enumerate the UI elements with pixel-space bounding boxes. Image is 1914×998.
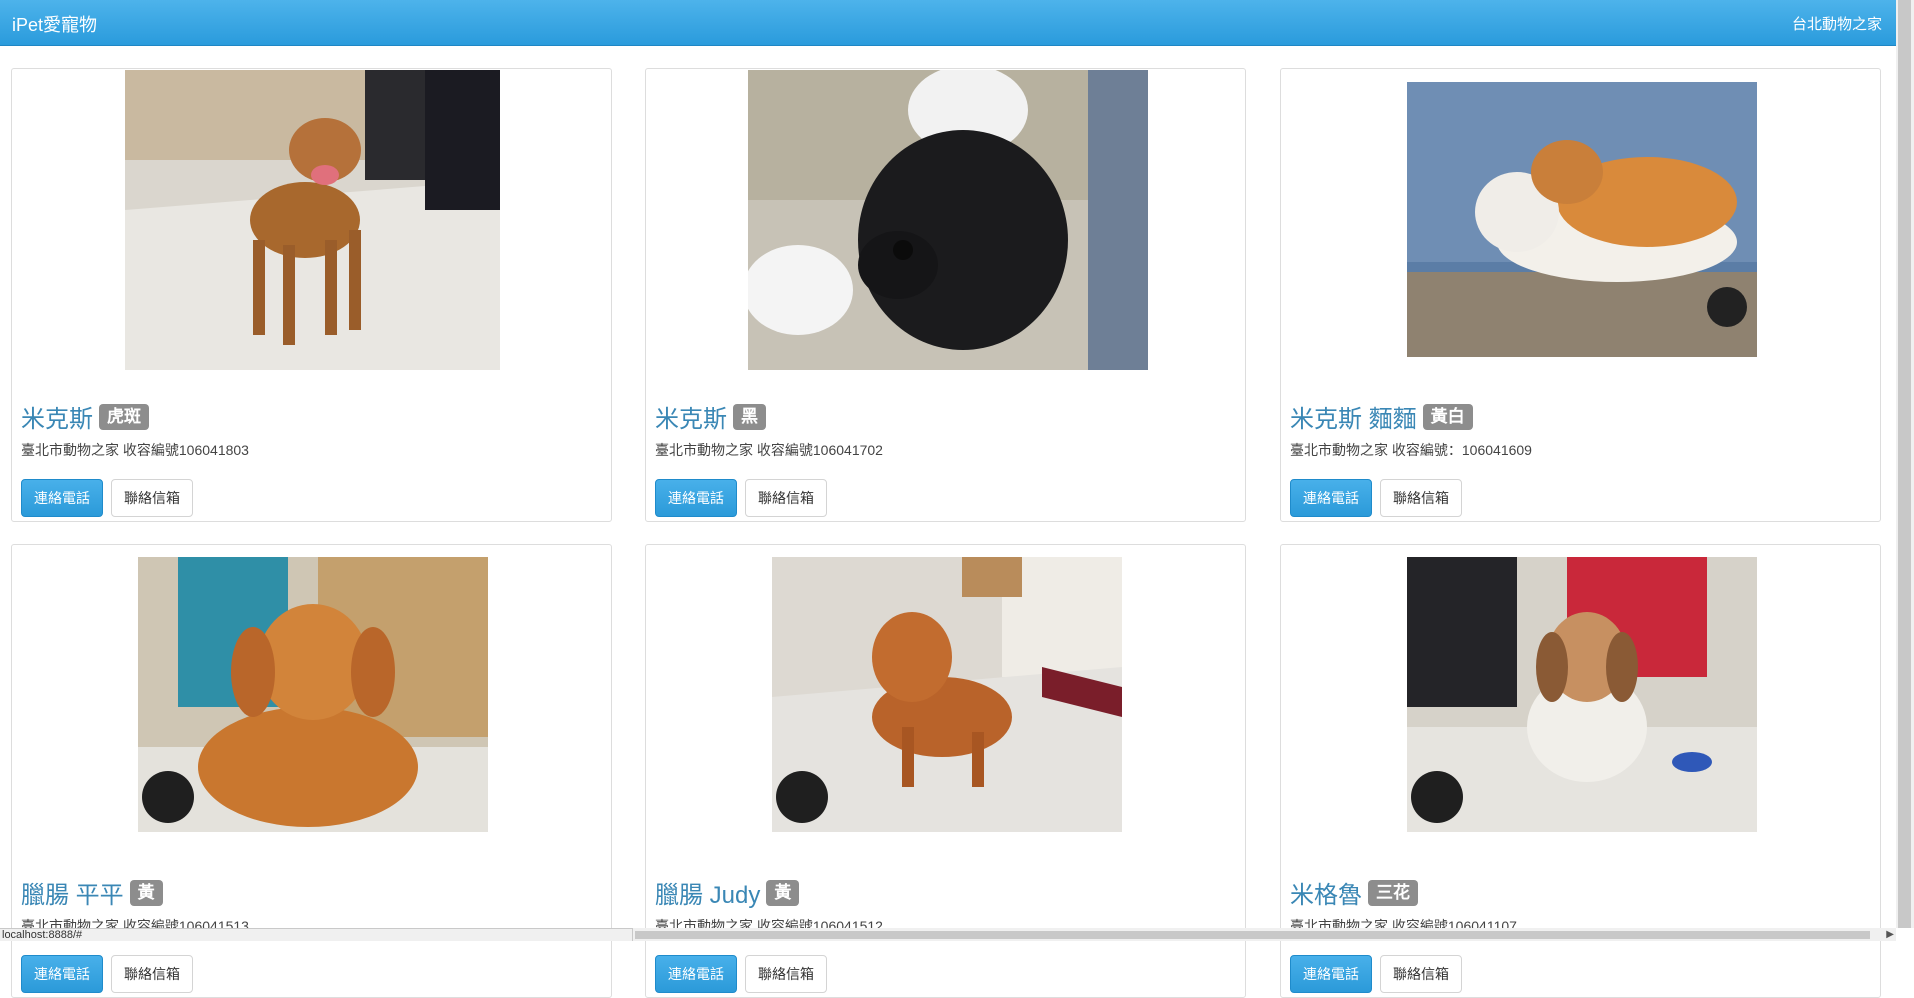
pet-title: 米克斯 虎斑 [21, 399, 149, 433]
contact-phone-button[interactable]: 連絡電話 [1290, 479, 1372, 517]
color-badge: 虎斑 [99, 403, 149, 430]
pet-name[interactable]: 臘腸 平平 [21, 882, 124, 909]
color-badge: 黃 [129, 879, 163, 906]
pet-name[interactable]: 臘腸 Judy [655, 882, 760, 909]
pet-name[interactable]: 米克斯 [21, 406, 93, 433]
contact-email-button[interactable]: 聯絡信箱 [745, 479, 827, 517]
pet-name[interactable]: 米格魯 [1290, 882, 1362, 909]
contact-phone-button[interactable]: 連絡電話 [655, 479, 737, 517]
pet-card: 米克斯 虎斑 臺北市動物之家 收容編號106041803 連絡電話 聯絡信箱 [11, 68, 612, 522]
color-badge: 黃白 [1422, 403, 1473, 430]
shelter-info: 臺北市動物之家 收容編號106041803 [21, 442, 249, 458]
contact-phone-button[interactable]: 連絡電話 [655, 955, 737, 993]
pet-photo [138, 557, 488, 832]
pet-name[interactable]: 米克斯 麵麵 [1290, 406, 1417, 433]
color-badge: 黃 [766, 879, 800, 906]
pet-title: 米克斯 麵麵 黃白 [1290, 399, 1473, 433]
shelter-link[interactable]: 台北動物之家 [1792, 13, 1882, 34]
contact-email-button[interactable]: 聯絡信箱 [111, 479, 193, 517]
vertical-scroll-thumb[interactable] [1898, 0, 1911, 928]
navbar: iPet愛寵物 台北動物之家 [0, 0, 1896, 46]
pet-name[interactable]: 米克斯 [655, 406, 727, 433]
pet-photo [1407, 82, 1757, 357]
pet-photo [748, 70, 1148, 370]
color-badge: 三花 [1368, 879, 1418, 906]
shelter-info: 臺北市動物之家 收容編號106041702 [655, 442, 883, 458]
pet-card: 米克斯黑 臺北市動物之家 收容編號106041702 連絡電話 聯絡信箱 [645, 68, 1246, 522]
pet-card: 米克斯 麵麵 黃白 臺北市動物之家 收容編號：106041609 連絡電話 聯絡信… [1280, 68, 1881, 522]
pet-title: 臘腸 平平黃 [21, 875, 163, 909]
horizontal-scroll-thumb[interactable] [635, 931, 1870, 939]
pet-title: 米克斯黑 [655, 399, 766, 433]
contact-phone-button[interactable]: 連絡電話 [21, 479, 103, 517]
pet-photo [125, 70, 500, 370]
contact-phone-button[interactable]: 連絡電話 [1290, 955, 1372, 993]
pet-title: 米格魯 三花 [1290, 875, 1418, 909]
shelter-info: 臺北市動物之家 收容編號：106041609 [1290, 442, 1532, 458]
contact-email-button[interactable]: 聯絡信箱 [745, 955, 827, 993]
vertical-scrollbar[interactable] [1896, 0, 1914, 928]
contact-phone-button[interactable]: 連絡電話 [21, 955, 103, 993]
brand-link[interactable]: iPet愛寵物 [12, 11, 97, 37]
contact-email-button[interactable]: 聯絡信箱 [1380, 955, 1462, 993]
pet-photo [1407, 557, 1757, 832]
contact-email-button[interactable]: 聯絡信箱 [111, 955, 193, 993]
pet-title: 臘腸 Judy 黃 [655, 875, 800, 909]
status-bar-url: localhost:8888/# [0, 928, 633, 941]
horizontal-scrollbar[interactable]: ▶ [633, 928, 1896, 941]
color-badge: 黑 [733, 403, 766, 430]
contact-email-button[interactable]: 聯絡信箱 [1380, 479, 1462, 517]
scroll-right-arrow-icon[interactable]: ▶ [1886, 928, 1894, 941]
pet-photo [772, 557, 1122, 832]
